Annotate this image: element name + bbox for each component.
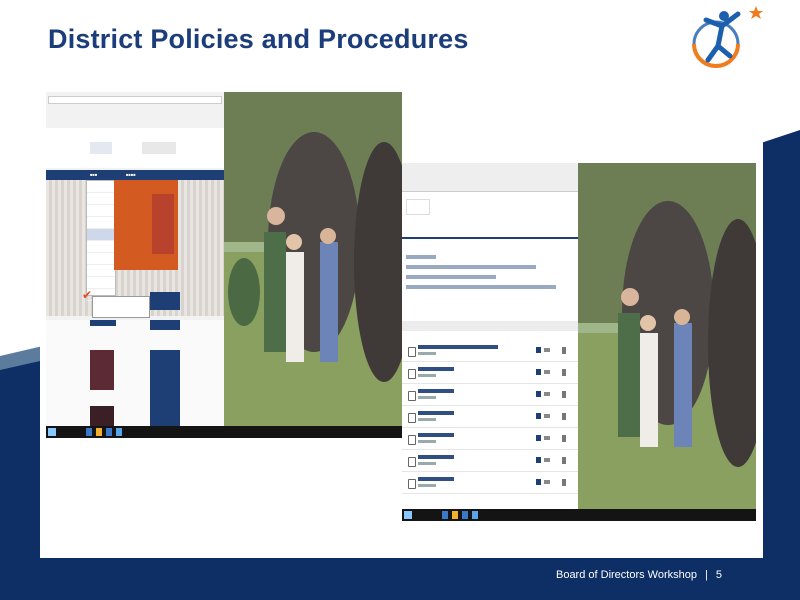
- taskbar-app-icon[interactable]: [86, 428, 92, 436]
- menu-icon[interactable]: [562, 347, 566, 354]
- policies-panel: [402, 163, 579, 509]
- side-menu[interactable]: [150, 350, 180, 426]
- lower-section: [46, 320, 224, 426]
- menu-icon[interactable]: [562, 435, 566, 442]
- folder-icon: [408, 435, 416, 445]
- excel-icon[interactable]: [536, 347, 541, 353]
- footer-text: Board of Directors Workshop: [555, 569, 698, 581]
- figure-with-star-logo: [692, 6, 763, 68]
- site-navigation: ■■■ ■■■■: [46, 170, 224, 180]
- page-number: 5: [715, 569, 722, 581]
- folder-icon: [408, 479, 416, 489]
- excel-icon[interactable]: [536, 457, 541, 463]
- start-icon[interactable]: [48, 428, 56, 436]
- folder-icon: [408, 347, 416, 357]
- list-item[interactable]: [402, 385, 578, 406]
- list-item[interactable]: [402, 341, 578, 362]
- news-thumbnail[interactable]: [90, 350, 114, 390]
- excel-icon[interactable]: [536, 435, 541, 441]
- list-item[interactable]: [402, 451, 578, 472]
- nav-dropdown-menu[interactable]: [86, 180, 116, 301]
- featured-panel: [114, 180, 178, 270]
- footer-separator: |: [705, 569, 708, 581]
- excel-icon[interactable]: [536, 413, 541, 419]
- browser-chrome: [402, 163, 578, 192]
- menu-icon[interactable]: [562, 457, 566, 464]
- taskbar-app-icon[interactable]: [472, 511, 478, 519]
- windows-taskbar: [402, 509, 756, 521]
- folder-icon: [408, 413, 416, 423]
- folder-icon: [408, 391, 416, 401]
- site-header: [46, 128, 224, 168]
- featured-image: [152, 194, 174, 254]
- taskbar-app-icon[interactable]: [462, 511, 468, 519]
- menu-icon[interactable]: [562, 479, 566, 486]
- divider: [402, 237, 578, 239]
- windows-taskbar: [46, 426, 402, 438]
- news-thumbnail[interactable]: [90, 406, 114, 426]
- taskbar-app-icon[interactable]: [442, 511, 448, 519]
- folder-icon: [408, 369, 416, 379]
- menu-icon[interactable]: [562, 391, 566, 398]
- taskbar-app-icon[interactable]: [116, 428, 122, 436]
- menu-icon[interactable]: [562, 413, 566, 420]
- excel-icon[interactable]: [536, 391, 541, 397]
- list-item[interactable]: [402, 473, 578, 494]
- people-with-elephants-photo: [224, 92, 402, 426]
- quick-links-strip[interactable]: [150, 292, 180, 310]
- screenshot-district-website: ■■■ ■■■■ ✔: [46, 92, 402, 438]
- site-logo: [406, 199, 430, 215]
- folder-icon: [408, 457, 416, 467]
- slide-title: District Policies and Procedures: [48, 24, 469, 54]
- taskbar-app-icon[interactable]: [96, 428, 102, 436]
- list-header: [402, 321, 578, 331]
- link-tooltip: [92, 296, 150, 318]
- people-with-elephants-photo: [578, 163, 756, 509]
- list-item[interactable]: [402, 407, 578, 428]
- taskbar-app-icon[interactable]: [452, 511, 458, 519]
- taskbar-app-icon[interactable]: [106, 428, 112, 436]
- checkmark-icon: ✔: [82, 288, 93, 302]
- slide-footer: Board of Directors Workshop | 5: [556, 569, 722, 581]
- menu-icon[interactable]: [562, 369, 566, 376]
- info-text-block: [406, 249, 572, 309]
- website-panel: ■■■ ■■■■ ✔: [46, 92, 225, 426]
- excel-icon[interactable]: [536, 479, 541, 485]
- list-item[interactable]: [402, 363, 578, 384]
- list-item[interactable]: [402, 429, 578, 450]
- excel-icon[interactable]: [536, 369, 541, 375]
- screenshot-policies-list: [402, 163, 756, 521]
- start-icon[interactable]: [404, 511, 412, 519]
- address-bar: [48, 96, 222, 104]
